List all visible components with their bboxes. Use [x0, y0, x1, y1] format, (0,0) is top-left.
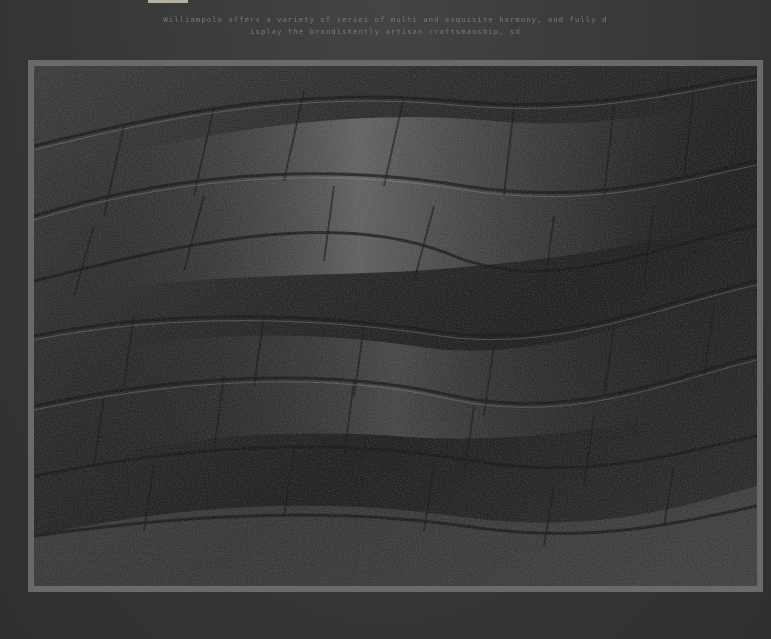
- top-accent-bar: [148, 0, 188, 3]
- page: Williampolo offers a variety of series o…: [0, 0, 771, 639]
- leather-texture-photo: [34, 66, 757, 586]
- leather-texture-image: [34, 66, 757, 586]
- tagline-line-1: Williampolo offers a variety of series o…: [163, 16, 608, 24]
- photo-frame: [28, 60, 763, 592]
- tagline: Williampolo offers a variety of series o…: [0, 14, 771, 38]
- tagline-line-2: isplay the brandistently artisan craftsm…: [250, 28, 521, 36]
